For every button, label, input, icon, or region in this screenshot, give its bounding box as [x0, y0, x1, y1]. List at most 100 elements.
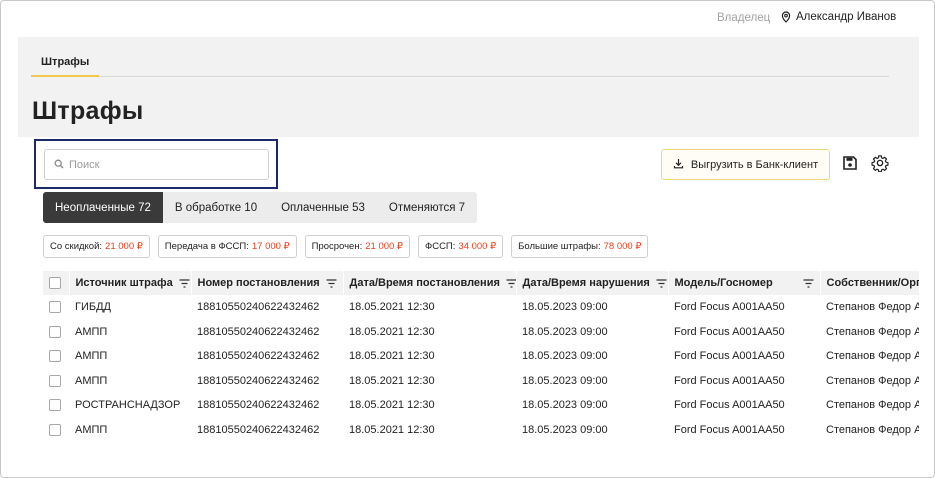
app-window: Владелец Александр Иванов Штрафы Штрафы …	[0, 0, 935, 478]
chip-label: Передача в ФССП:	[164, 241, 249, 252]
cell-violation-date: 18.05.2023 09:00	[522, 423, 608, 436]
top-bar: Владелец Александр Иванов	[1, 1, 934, 37]
status-tabs: Неоплаченные 72 В обработке 10 Оплаченны…	[43, 192, 478, 223]
tab-unpaid[interactable]: Неоплаченные 72	[43, 192, 163, 223]
column-header-violation-date[interactable]: Дата/Время нарушения	[515, 271, 668, 295]
cell-source: РОСТРАНСНАДЗОР	[75, 399, 181, 412]
row-checkbox-cell	[43, 369, 69, 394]
cell-number: 18810550240622432462	[197, 399, 320, 412]
location-pin-icon	[780, 11, 792, 23]
row-checkbox-cell	[43, 295, 69, 320]
table-row[interactable]: РОСТРАНСНАДЗОР 18810550240622432462 18.0…	[43, 393, 919, 418]
cell-decision-date: 18.05.2021 12:30	[349, 399, 435, 412]
chip-label: Просрочен:	[311, 241, 363, 252]
cell-model: Ford Focus A001AA50	[674, 350, 785, 363]
chip-amount: 21 000 ₽	[365, 241, 403, 252]
table-row[interactable]: АМПП 18810550240622432462 18.05.2021 12:…	[43, 320, 919, 345]
save-icon	[842, 155, 858, 174]
save-button[interactable]	[841, 155, 859, 173]
cell-model: Ford Focus A001AA50	[674, 423, 785, 436]
filter-icon[interactable]	[179, 278, 190, 288]
export-bank-client-button[interactable]: Выгрузить в Банк-клиент	[661, 149, 830, 180]
cell-source: АМПП	[75, 325, 108, 338]
owner-role-label: Владелец	[717, 12, 771, 24]
cell-decision-date: 18.05.2021 12:30	[349, 325, 435, 338]
cell-decision-date: 18.05.2021 12:30	[349, 301, 435, 314]
cell-number: 18810550240622432462	[197, 325, 320, 338]
user-menu[interactable]: Александр Иванов	[780, 11, 896, 23]
header-checkbox-cell	[43, 271, 69, 295]
column-header-decision-date[interactable]: Дата/Время постановления	[342, 271, 516, 295]
filter-icon[interactable]	[506, 278, 516, 288]
cell-violation-date: 18.05.2023 09:00	[522, 325, 608, 338]
chip-overdue[interactable]: Просрочен: 21 000 ₽	[304, 235, 410, 258]
cell-decision-date: 18.05.2021 12:30	[349, 374, 435, 387]
fines-table: Источник штрафа Номер постановления Дата…	[43, 271, 919, 464]
cell-source: АМПП	[75, 374, 108, 387]
row-checkbox-cell	[43, 320, 69, 345]
column-header-source[interactable]: Источник штрафа	[68, 271, 191, 295]
search-field[interactable]	[44, 149, 269, 180]
cell-model: Ford Focus A001AA50	[674, 301, 785, 314]
filter-chips: Со скидкой: 21 000 ₽ Передача в ФССП: 17 0…	[43, 235, 649, 258]
cell-model: Ford Focus A001AA50	[674, 374, 785, 387]
chip-large-fines[interactable]: Большие штрафы: 78 000 ₽	[511, 235, 649, 258]
row-checkbox[interactable]	[49, 301, 61, 314]
filter-icon[interactable]	[803, 278, 814, 288]
chip-fssp[interactable]: ФССП: 34 000 ₽	[417, 235, 504, 258]
download-icon	[673, 158, 684, 172]
cell-violation-date: 18.05.2023 09:00	[522, 374, 608, 387]
tab-paid[interactable]: Оплаченные 53	[269, 192, 377, 223]
chip-label: ФССП:	[424, 241, 456, 252]
table-row[interactable]: АМПП 18810550240622432462 18.05.2021 12:…	[43, 418, 919, 443]
cell-model: Ford Focus A001AA50	[674, 399, 785, 412]
chip-amount: 78 000 ₽	[603, 241, 642, 252]
cell-source: ГИБДД	[75, 301, 111, 314]
cell-violation-date: 18.05.2023 09:00	[522, 350, 608, 363]
chip-amount: 17 000 ₽	[251, 241, 290, 252]
settings-button[interactable]	[871, 154, 889, 175]
search-input[interactable]	[69, 158, 249, 171]
cell-decision-date: 18.05.2021 12:30	[349, 423, 435, 436]
row-checkbox[interactable]	[49, 374, 61, 387]
column-header-number[interactable]: Номер постановления	[190, 271, 343, 295]
cell-number: 18810550240622432462	[197, 423, 320, 436]
cell-owner: Степанов Федор А.	[826, 423, 919, 436]
table-row[interactable]: АМПП 18810550240622432462 18.05.2021 12:…	[43, 344, 919, 369]
column-header-model[interactable]: Модель/Госномер	[667, 271, 820, 295]
cell-decision-date: 18.05.2021 12:30	[349, 350, 435, 363]
table-row[interactable]: ГИБДД 18810550240622432462 18.05.2021 12…	[43, 295, 919, 320]
column-header-owner[interactable]: Собственник/Орга	[819, 271, 919, 295]
row-checkbox-cell	[43, 344, 69, 369]
row-checkbox[interactable]	[49, 423, 61, 436]
cell-number: 18810550240622432462	[197, 301, 320, 314]
cell-number: 18810550240622432462	[197, 350, 320, 363]
export-button-label: Выгрузить в Банк-клиент	[690, 158, 819, 171]
chip-amount: 34 000 ₽	[458, 241, 497, 252]
row-checkbox-cell	[43, 393, 69, 418]
chip-label: Со скидкой:	[50, 241, 103, 252]
tab-processing[interactable]: В обработке 10	[162, 192, 270, 223]
cell-violation-date: 18.05.2023 09:00	[522, 399, 608, 412]
row-checkbox[interactable]	[49, 350, 61, 363]
chip-fssp-transfer[interactable]: Передача в ФССП: 17 000 ₽	[157, 235, 297, 258]
tab-fines[interactable]: Штрафы	[31, 51, 100, 77]
cell-owner: Степанов Федор А.	[826, 325, 919, 338]
cell-owner: Степанов Федор А.	[826, 374, 919, 387]
page-title: Штрафы	[32, 97, 144, 125]
select-all-checkbox[interactable]	[49, 277, 61, 290]
chip-discount[interactable]: Со скидкой: 21 000 ₽	[43, 235, 150, 258]
filter-icon[interactable]	[326, 278, 337, 288]
row-checkbox[interactable]	[49, 325, 61, 338]
cell-source: АМПП	[75, 423, 108, 436]
gear-icon	[871, 154, 889, 175]
cell-source: АМПП	[75, 350, 108, 363]
chip-amount: 21 000 ₽	[105, 241, 143, 252]
cell-owner: Степанов Федор А.	[826, 350, 919, 363]
table-header-row: Источник штрафа Номер постановления Дата…	[43, 271, 919, 295]
filter-icon[interactable]	[656, 278, 667, 288]
tab-cancelling[interactable]: Отменяются 7	[376, 192, 478, 223]
cell-model: Ford Focus A001AA50	[674, 325, 785, 338]
row-checkbox[interactable]	[49, 399, 61, 412]
table-row[interactable]: АМПП 18810550240622432462 18.05.2021 12:…	[43, 369, 919, 394]
